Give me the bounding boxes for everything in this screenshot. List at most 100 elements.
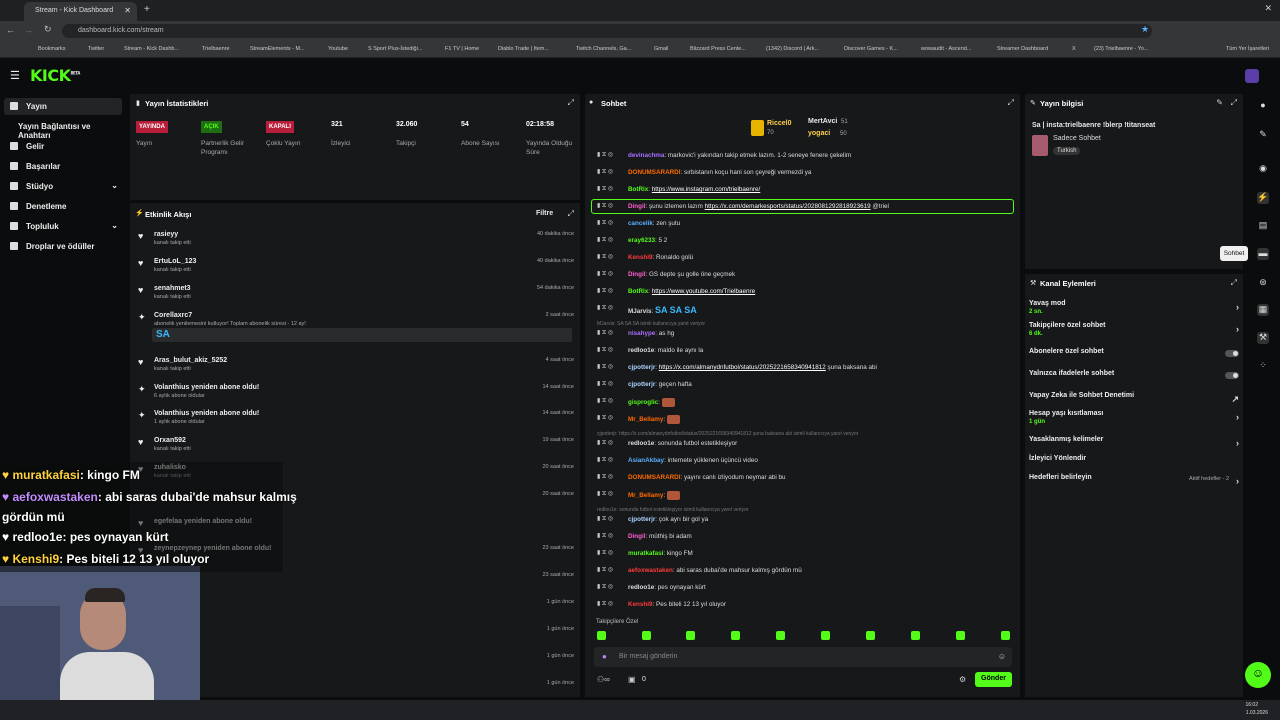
action-item[interactable]: Yapay Zeka ile Sohbet Denetimi ↗ [1029,392,1239,404]
bookmark-item[interactable]: Discover Games - K... [844,46,898,52]
bookmark-item[interactable]: Twitter [88,46,104,52]
filter-button[interactable]: Filtre [536,210,553,217]
back-icon[interactable]: ← [6,25,15,35]
emote-icon[interactable] [911,631,920,640]
message-action-icons[interactable]: ▮ ⧖ ◎ [597,397,613,405]
camera-icon[interactable]: ◉ [1257,163,1269,175]
message-action-icons[interactable]: ▮ ⧖ ◎ [597,219,613,227]
chat-username[interactable]: cjpotterjr [628,364,655,371]
hammer-icon[interactable]: ⚒ [1257,332,1269,344]
chat-username[interactable]: redloo1e [628,347,654,354]
bookmark-star-icon[interactable]: ★ [1141,24,1149,35]
message-action-icons[interactable]: ▮ ⧖ ◎ [597,600,613,608]
sidebar-item-studyo[interactable]: Stüdyo ⌄ [4,178,122,195]
bookmark-item[interactable]: Streamer Dashboard [997,46,1048,52]
chat-username[interactable]: redloo1e [628,584,654,591]
lightning-icon[interactable]: ⚡ [1257,192,1269,204]
message-action-icons[interactable]: ▮ ⧖ ◎ [597,473,613,481]
bookmark-item[interactable]: Youtube [328,46,348,52]
forward-icon[interactable]: → [24,25,33,35]
bookmark-item[interactable]: S Sport Plus-İstediği... [368,46,422,52]
bookmark-item[interactable]: Gmail [654,46,668,52]
action-item[interactable]: Yavaş mod 2 sn. › [1029,300,1239,315]
emote-icon[interactable] [597,631,606,640]
bookmark-item[interactable]: (23) Trielbaenre - Yo... [1094,46,1148,52]
chat-username[interactable]: eray6233 [628,237,655,244]
emote-icon[interactable] [1001,631,1010,640]
chat-username[interactable]: cjpotterjr [628,381,655,388]
chat-username[interactable]: DONUMSARARDI [628,169,680,176]
emote-icon[interactable] [776,631,785,640]
browser-tab[interactable]: Stream - Kick Dashboard ✕ [24,2,137,21]
message-action-icons[interactable]: ▮ ⧖ ◎ [597,329,613,337]
pencil-icon[interactable]: ✎ [1257,129,1269,141]
sidebar-item-stream-key[interactable]: Yayın Bağlantısı ve Anahtarı [4,118,122,140]
action-item[interactable]: İzleyici Yönlendir [1029,455,1239,462]
message-action-icons[interactable]: ▮ ⧖ ◎ [597,490,613,498]
expand-icon[interactable]: ⤢ [568,209,574,219]
bookmark-item[interactable]: Trielbaenre [202,46,230,52]
message-link[interactable]: https://x.com/almanydnfutbol/status/2025… [659,364,826,371]
sidebar-item-droplar[interactable]: Droplar ve ödüller [4,238,122,255]
message-action-icons[interactable]: ▮ ⧖ ◎ [597,380,613,388]
external-link-icon[interactable]: ↗ [1231,394,1239,405]
action-item[interactable]: Takipçilere özel sohbet 6 dk. › [1029,322,1239,337]
chevron-right-icon[interactable]: › [1236,438,1239,448]
message-link[interactable]: https://x.com/demarkesports/status/20280… [705,203,871,210]
mic-icon[interactable]: ● [602,652,607,661]
message-action-icons[interactable]: ▮ ⧖ ◎ [597,185,613,193]
top-user[interactable]: Riccel0 [767,120,792,127]
bookmark-item[interactable]: (1342) Discord | Ark... [766,46,819,52]
toggle-switch[interactable] [1225,372,1239,379]
action-item[interactable]: Abonelere özel sohbet [1029,348,1239,357]
document-icon[interactable]: ▤ [1257,220,1269,232]
message-action-icons[interactable]: ▮ ⧖ ◎ [597,566,613,574]
chat-username[interactable]: Mr_Bellamy [628,492,663,499]
apps-icon[interactable]: ⁘ [1257,360,1269,372]
sidebar-item-basarilar[interactable]: Başarılar [4,158,122,175]
bookmark-item[interactable]: F1 TV | Home [445,46,479,52]
message-link[interactable]: https://www.youtube.com/Trielbaenre [652,288,755,295]
message-action-icons[interactable]: ▮ ⧖ ◎ [597,304,613,312]
menu-icon[interactable]: ☰ [10,69,20,82]
message-action-icons[interactable]: ▮ ⧖ ◎ [597,515,613,523]
bookmark-item[interactable]: X [1072,46,1076,52]
action-item[interactable]: Yasaklanmış kelimeler › [1029,436,1239,448]
message-action-icons[interactable]: ▮ ⧖ ◎ [597,414,613,422]
action-item[interactable]: Hedefleri belirleyin › Aktif hedefler - 2 [1029,474,1239,486]
chat-username[interactable]: Kenshi9 [628,254,653,261]
message-action-icons[interactable]: ▮ ⧖ ◎ [597,549,613,557]
close-tab-icon[interactable]: ✕ [124,6,131,15]
chat-username[interactable]: BotRix [628,288,648,295]
expand-icon[interactable]: ⤢ [1231,98,1237,108]
new-tab-icon[interactable]: + [144,4,150,15]
reload-icon[interactable]: ↻ [44,24,52,35]
gift-icon[interactable]: ▣ [628,675,636,684]
expand-icon[interactable]: ⤢ [1231,278,1237,288]
kick-logo[interactable]: KICKBETA [30,66,80,85]
chat-username[interactable]: DONUMSARARDI [628,474,680,481]
emote-icon[interactable] [642,631,651,640]
chat-username[interactable]: aefoxwastaken [628,567,673,574]
message-action-icons[interactable]: ▮ ⧖ ◎ [597,236,613,244]
bookmark-item[interactable]: Tüm Yer İşaretleri [1226,46,1269,52]
chat-username[interactable]: Dingil [628,533,646,540]
chevron-right-icon[interactable]: › [1236,412,1239,422]
sidebar-item-gelir[interactable]: Gelir [4,138,122,155]
bookmark-item[interactable]: Diablo Trade | Item... [498,46,549,52]
sidebar-item-yayin[interactable]: Yayın [4,98,122,115]
action-item[interactable]: Yalnızca ifadelerle sohbet [1029,370,1239,379]
message-action-icons[interactable]: ▮ ⧖ ◎ [597,270,613,278]
message-action-icons[interactable]: ▮ ⧖ ◎ [597,363,613,371]
expand-icon[interactable]: ⤢ [1008,98,1014,108]
chat-username[interactable]: AsianAkbay [628,457,664,464]
message-action-icons[interactable]: ▮ ⧖ ◎ [597,287,613,295]
message-action-icons[interactable]: ▮ ⧖ ◎ [597,168,613,176]
bookmark-item[interactable]: Twitch Channels, Ga... [576,46,631,52]
emote-icon[interactable] [821,631,830,640]
edit-icon[interactable]: ✎ [1216,98,1223,107]
chat-username[interactable]: cancelik [628,220,653,227]
top-user[interactable]: yogaci [808,130,830,137]
message-action-icons[interactable]: ▮ ⧖ ◎ [597,439,613,447]
bookmark-item[interactable]: wowaudit - Ascend... [921,46,971,52]
